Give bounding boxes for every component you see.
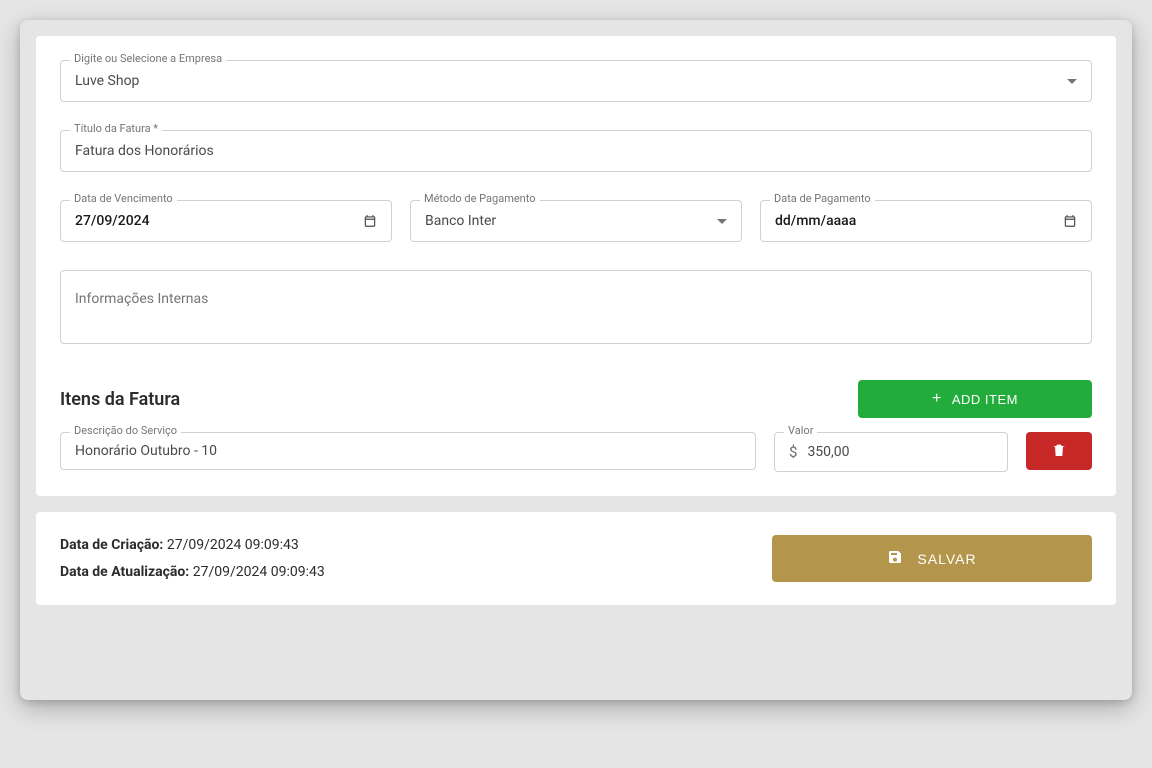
due-date-input[interactable]: 27/09/2024 xyxy=(60,200,392,242)
payment-method-select[interactable]: Banco Inter xyxy=(410,200,742,242)
chevron-down-icon xyxy=(717,219,727,224)
payment-date-input[interactable]: dd/mm/aaaa xyxy=(760,200,1092,242)
payment-method-group: Método de Pagamento Banco Inter xyxy=(410,200,742,242)
plus-icon: + xyxy=(932,390,942,408)
internal-info-group xyxy=(60,270,1092,348)
add-item-button[interactable]: + ADD ITEM xyxy=(858,380,1092,418)
payment-method-value: Banco Inter xyxy=(425,213,496,229)
calendar-icon xyxy=(1063,214,1077,228)
footer-card: Data de Criação: 27/09/2024 09:09:43 Dat… xyxy=(36,512,1116,605)
item-value-input[interactable] xyxy=(807,444,993,460)
company-select[interactable]: Luve Shop xyxy=(60,60,1092,102)
invoice-form-card: Digite ou Selecione a Empresa Luve Shop … xyxy=(36,36,1116,496)
payment-method-label: Método de Pagamento xyxy=(420,192,540,205)
internal-info-textarea[interactable] xyxy=(60,270,1092,344)
updated-value: 27/09/2024 09:09:43 xyxy=(193,564,325,580)
updated-label: Data de Atualização: xyxy=(60,564,189,580)
add-item-label: ADD ITEM xyxy=(952,392,1018,407)
item-desc-label: Descrição do Serviço xyxy=(70,424,181,437)
trash-icon xyxy=(1051,442,1067,461)
title-label: Título da Fatura * xyxy=(70,122,162,135)
items-header: Itens da Fatura + ADD ITEM xyxy=(60,380,1092,418)
save-icon xyxy=(887,549,903,568)
calendar-icon xyxy=(363,214,377,228)
items-title: Itens da Fatura xyxy=(60,389,180,410)
item-value-group: Valor $ xyxy=(774,432,1008,472)
item-desc-input[interactable] xyxy=(60,432,756,470)
payment-date-label: Data de Pagamento xyxy=(770,192,875,205)
due-date-group: Data de Vencimento 27/09/2024 xyxy=(60,200,392,242)
item-desc-group: Descrição do Serviço xyxy=(60,432,756,470)
item-row: Descrição do Serviço Valor $ xyxy=(60,432,1092,472)
due-date-label: Data de Vencimento xyxy=(70,192,177,205)
company-field-group: Digite ou Selecione a Empresa Luve Shop xyxy=(60,60,1092,102)
payment-date-placeholder: dd/mm/aaaa xyxy=(775,213,856,229)
item-value-input-wrap[interactable]: $ xyxy=(774,432,1008,472)
meta-info: Data de Criação: 27/09/2024 09:09:43 Dat… xyxy=(60,532,325,585)
delete-item-button[interactable] xyxy=(1026,432,1092,470)
save-button[interactable]: SALVAR xyxy=(772,535,1092,582)
title-field-group: Título da Fatura * xyxy=(60,130,1092,172)
created-label: Data de Criação: xyxy=(60,537,163,553)
chevron-down-icon xyxy=(1067,79,1077,84)
payment-date-group: Data de Pagamento dd/mm/aaaa xyxy=(760,200,1092,242)
company-value: Luve Shop xyxy=(75,73,139,89)
created-value: 27/09/2024 09:09:43 xyxy=(167,537,299,553)
company-label: Digite ou Selecione a Empresa xyxy=(70,52,226,65)
app-container: Digite ou Selecione a Empresa Luve Shop … xyxy=(20,20,1132,700)
title-input[interactable] xyxy=(60,130,1092,172)
due-date-value: 27/09/2024 xyxy=(75,213,150,229)
created-line: Data de Criação: 27/09/2024 09:09:43 xyxy=(60,532,325,559)
updated-line: Data de Atualização: 27/09/2024 09:09:43 xyxy=(60,559,325,586)
dollar-icon: $ xyxy=(789,443,797,461)
save-label: SALVAR xyxy=(917,551,976,567)
dates-row: Data de Vencimento 27/09/2024 Método de … xyxy=(60,200,1092,242)
item-value-label: Valor xyxy=(784,424,817,437)
